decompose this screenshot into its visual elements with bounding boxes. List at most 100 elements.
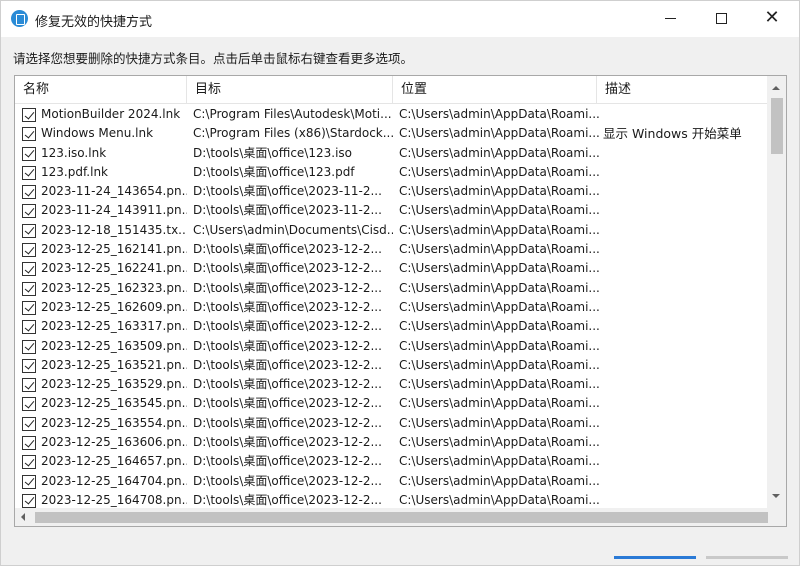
cell-target: D:\tools\桌面\office\2023-12-2... (193, 415, 382, 430)
minimize-button[interactable] (647, 1, 693, 35)
column-header-name[interactable]: 名称 (15, 76, 187, 104)
cell-target: D:\tools\桌面\office\2023-11-2... (193, 203, 382, 218)
column-header-description[interactable]: 描述 (597, 76, 767, 104)
maximize-button[interactable] (698, 1, 744, 35)
cell-location: C:\Users\admin\AppData\Roami... (399, 473, 599, 488)
cell-location: C:\Users\admin\AppData\Roami... (399, 377, 599, 392)
checkbox-checked-icon[interactable] (22, 474, 36, 489)
cell-location: C:\Users\admin\AppData\Roami... (399, 222, 599, 237)
cell-name: 123.iso.lnk (41, 145, 107, 160)
shortcut-list[interactable]: 名称 目标 位置 描述 MotionBuilder 2024.lnk C:\Pro… (14, 75, 787, 527)
table-row[interactable]: 2023-11-24_143654.pn... D:\tools\桌面\offic… (15, 182, 767, 201)
cell-location: C:\Users\admin\AppData\Roami... (399, 319, 599, 334)
cell-description (603, 144, 763, 163)
cell-description (603, 163, 763, 182)
checkbox-checked-icon[interactable] (22, 185, 36, 200)
cell-location: C:\Users\admin\AppData\Roami... (399, 396, 599, 411)
checkbox-checked-icon[interactable] (22, 493, 36, 508)
checkbox-checked-icon[interactable] (22, 146, 36, 161)
cell-description (603, 279, 763, 298)
table-row[interactable]: MotionBuilder 2024.lnk C:\Program Files\A… (15, 105, 767, 124)
scroll-up-icon[interactable] (772, 86, 780, 90)
checkbox-checked-icon[interactable] (22, 281, 36, 296)
cell-location: C:\Users\admin\AppData\Roami... (399, 242, 599, 257)
table-row[interactable]: 2023-12-25_163509.pn... D:\tools\桌面\offic… (15, 337, 767, 356)
horizontal-scrollbar[interactable] (15, 508, 786, 526)
table-row[interactable]: 2023-12-18_151435.tx... C:\Users\admin\Do… (15, 221, 767, 240)
column-header-location[interactable]: 位置 (393, 76, 597, 104)
cell-target: C:\Program Files\Autodesk\Moti... (193, 107, 392, 121)
cell-target: D:\tools\桌面\office\2023-12-2... (193, 454, 382, 469)
column-header-target[interactable]: 目标 (187, 76, 393, 104)
table-row[interactable]: 2023-12-25_163545.pn... D:\tools\桌面\offic… (15, 394, 767, 413)
cell-location: C:\Users\admin\AppData\Roami... (399, 145, 599, 160)
vertical-scroll-thumb[interactable] (771, 98, 783, 154)
table-row[interactable]: 2023-12-25_162609.pn... D:\tools\桌面\offic… (15, 298, 767, 317)
table-row[interactable]: 2023-12-25_164704.pn... D:\tools\桌面\offic… (15, 472, 767, 491)
cell-description (603, 375, 763, 394)
table-row[interactable]: 2023-12-25_162141.pn... D:\tools\桌面\offic… (15, 240, 767, 259)
checkbox-checked-icon[interactable] (22, 108, 36, 122)
table-row[interactable]: 2023-12-25_162241.pn... D:\tools\桌面\offic… (15, 259, 767, 278)
cell-location: C:\Users\admin\AppData\Roami... (399, 454, 599, 469)
cell-description (603, 414, 763, 433)
scroll-down-icon[interactable] (772, 494, 780, 498)
table-row[interactable]: 2023-12-25_163606.pn... D:\tools\桌面\offic… (15, 433, 767, 452)
table-row[interactable]: 2023-12-25_163317.pn... D:\tools\桌面\offic… (15, 317, 767, 336)
cell-description (603, 240, 763, 259)
checkbox-checked-icon[interactable] (22, 397, 36, 412)
maximize-icon (715, 12, 727, 24)
checkbox-checked-icon[interactable] (22, 339, 36, 354)
cell-target: D:\tools\桌面\office\2023-12-2... (193, 280, 382, 295)
horizontal-scroll-thumb[interactable] (35, 512, 768, 523)
cell-description (603, 472, 763, 491)
checkbox-checked-icon[interactable] (22, 455, 36, 470)
cell-target: D:\tools\桌面\office\2023-11-2... (193, 184, 382, 199)
close-button[interactable]: ✕ (749, 1, 795, 35)
cell-target: D:\tools\桌面\office\2023-12-2... (193, 377, 382, 392)
table-row[interactable]: 123.iso.lnk D:\tools\桌面\office\123.iso C:\… (15, 144, 767, 163)
checkbox-checked-icon[interactable] (22, 223, 36, 238)
cell-location: C:\Users\admin\AppData\Roami... (399, 338, 599, 353)
checkbox-checked-icon[interactable] (22, 320, 36, 335)
checkbox-checked-icon[interactable] (22, 204, 36, 219)
cell-name: 2023-12-18_151435.tx... (41, 222, 187, 237)
checkbox-checked-icon[interactable] (22, 127, 36, 142)
scroll-left-icon[interactable] (21, 513, 25, 521)
table-row[interactable]: 2023-12-25_163554.pn... D:\tools\桌面\offic… (15, 414, 767, 433)
table-row[interactable]: 2023-12-25_163529.pn... D:\tools\桌面\offic… (15, 375, 767, 394)
list-rows: MotionBuilder 2024.lnk C:\Program Files\A… (15, 105, 767, 510)
checkbox-checked-icon[interactable] (22, 165, 36, 180)
cell-name: 2023-11-24_143654.pn... (41, 184, 187, 199)
cell-name: 2023-12-25_163529.pn... (41, 377, 187, 392)
cell-description (603, 394, 763, 413)
cell-target: D:\tools\桌面\office\123.pdf (193, 164, 355, 179)
table-row[interactable]: 2023-12-25_163521.pn... D:\tools\桌面\offic… (15, 356, 767, 375)
vertical-scrollbar[interactable] (767, 76, 786, 508)
cell-name: 2023-12-25_162323.pn... (41, 280, 187, 295)
checkbox-checked-icon[interactable] (22, 262, 36, 277)
checkbox-checked-icon[interactable] (22, 243, 36, 258)
table-row[interactable]: 2023-11-24_143911.pn... D:\tools\桌面\offic… (15, 201, 767, 220)
checkbox-checked-icon[interactable] (22, 416, 36, 431)
cell-location: C:\Users\admin\AppData\Roami... (399, 107, 599, 121)
cell-target: D:\tools\桌面\office\2023-12-2... (193, 473, 382, 488)
checkbox-checked-icon[interactable] (22, 436, 36, 451)
cell-name: 2023-11-24_143911.pn... (41, 203, 187, 218)
cell-name: 2023-12-25_162141.pn... (41, 242, 187, 257)
table-row[interactable]: 123.pdf.lnk D:\tools\桌面\office\123.pdf C:\… (15, 163, 767, 182)
checkbox-checked-icon[interactable] (22, 378, 36, 393)
cell-location: C:\Users\admin\AppData\Roami... (399, 164, 599, 179)
table-row[interactable]: 2023-12-25_164657.pn... D:\tools\桌面\offic… (15, 452, 767, 471)
table-row[interactable]: 2023-12-25_162323.pn... D:\tools\桌面\offic… (15, 279, 767, 298)
checkbox-checked-icon[interactable] (22, 358, 36, 373)
cell-description (603, 182, 763, 201)
table-row[interactable]: Windows Menu.lnk C:\Program Files (x86)\S… (15, 124, 767, 143)
checkbox-checked-icon[interactable] (22, 300, 36, 315)
cell-target: D:\tools\桌面\office\2023-12-2... (193, 299, 382, 314)
progress-indicator (614, 556, 696, 559)
cell-location: C:\Users\admin\AppData\Roami... (399, 184, 599, 199)
cell-name: 2023-12-25_163545.pn... (41, 396, 187, 411)
cell-location: C:\Users\admin\AppData\Roami... (399, 415, 599, 430)
cell-target: D:\tools\桌面\office\2023-12-2... (193, 338, 382, 353)
